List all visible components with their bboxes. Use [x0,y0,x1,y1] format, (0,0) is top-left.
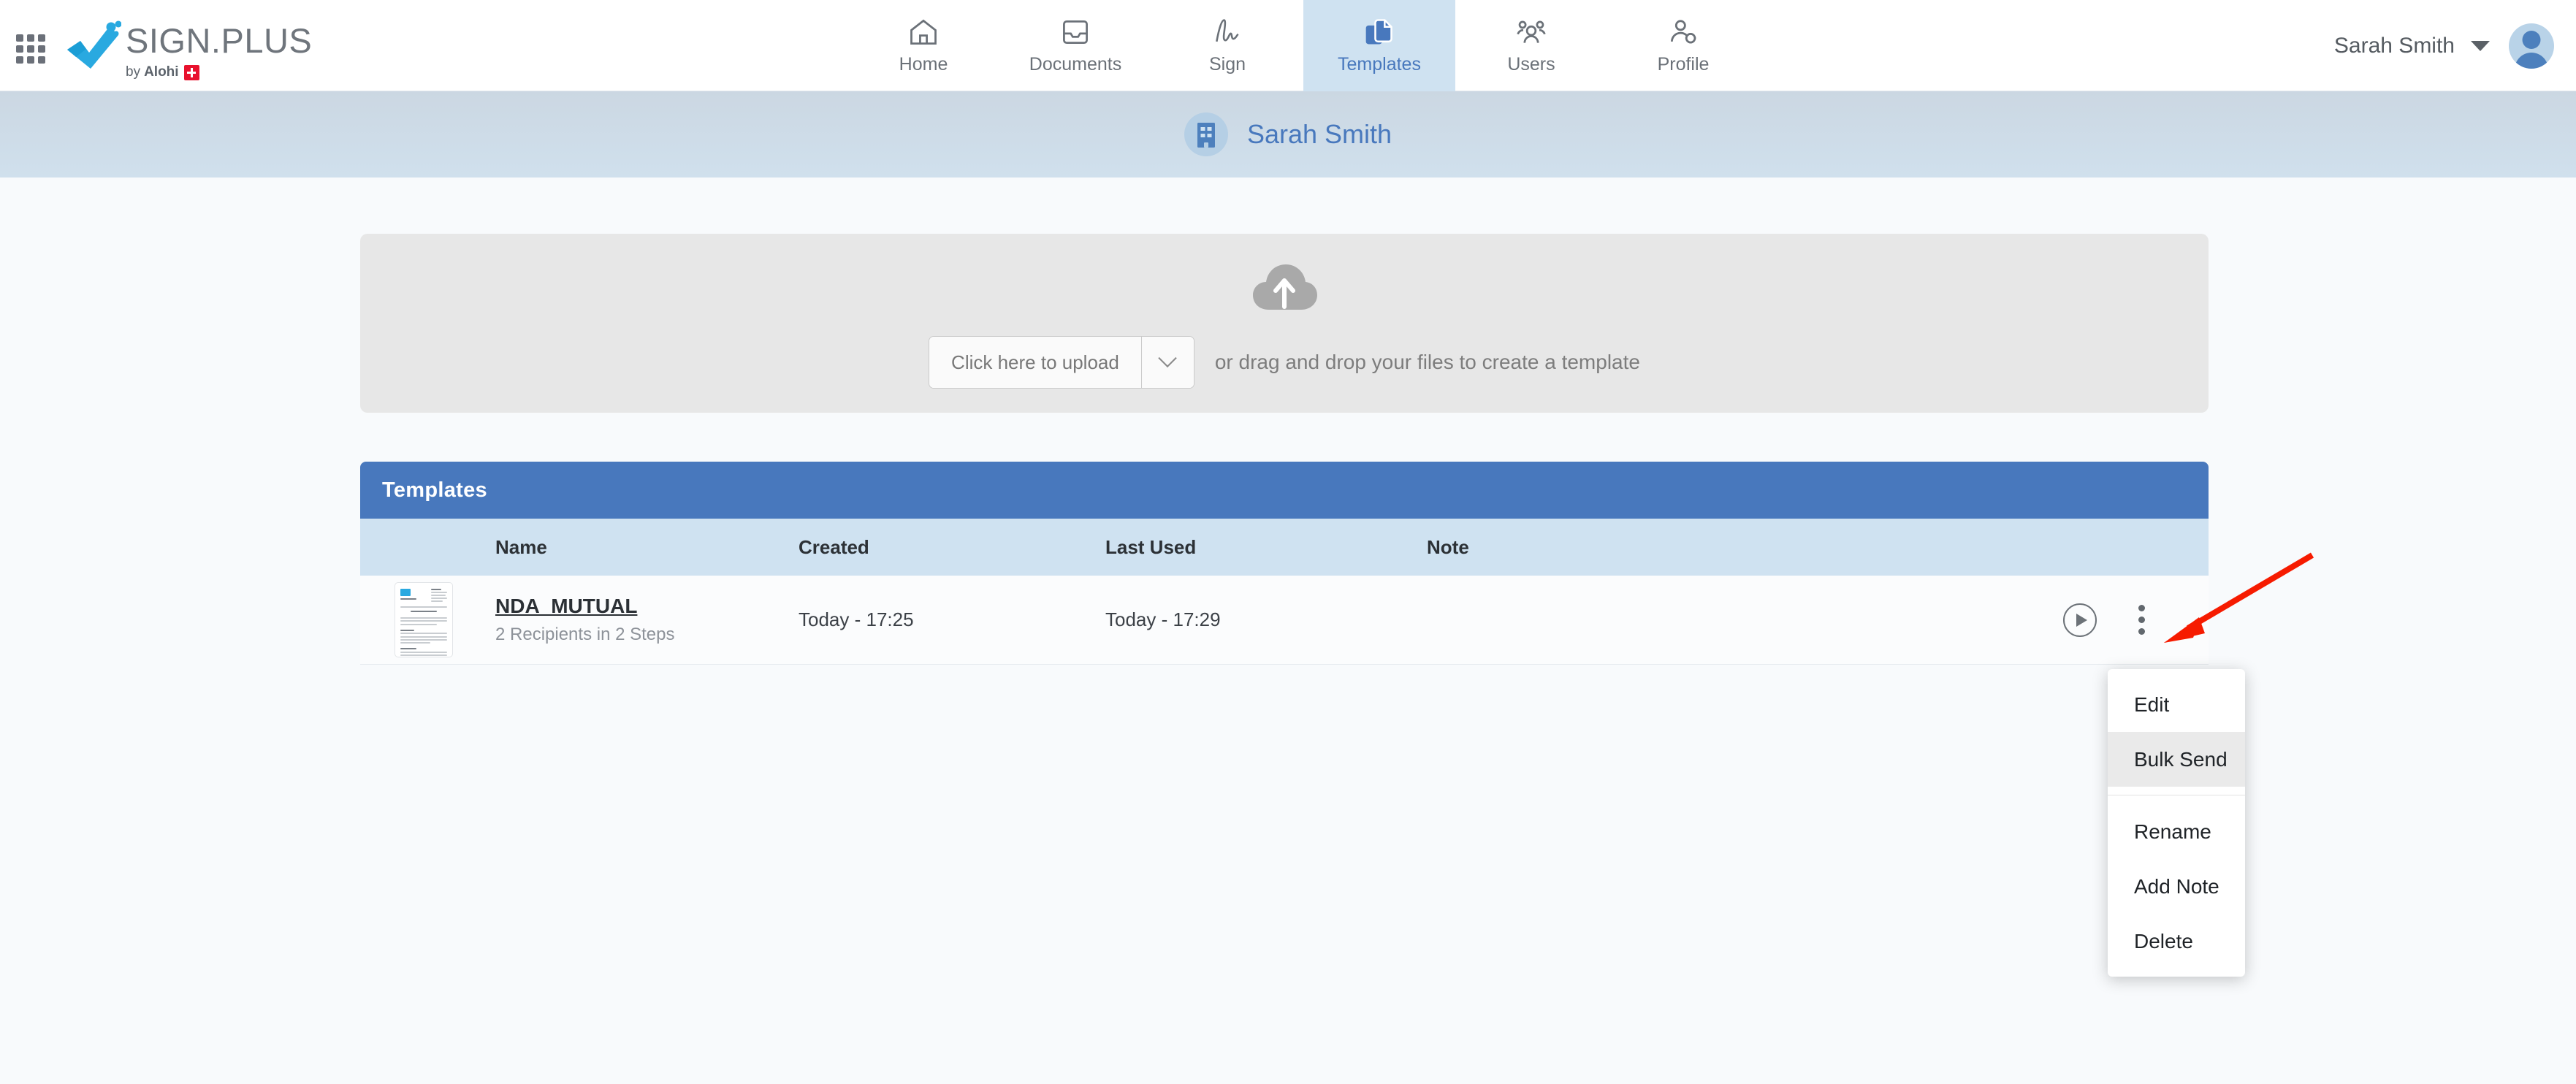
organization-name: Sarah Smith [1246,119,1392,149]
template-context-menu: Edit Bulk Send Rename Add Note Delete [2108,669,2245,977]
context-menu-item-rename[interactable]: Rename [2108,804,2245,859]
template-name-cell: NDA_MUTUAL 2 Recipients in 2 Steps [495,595,799,645]
thumb-line [411,611,437,612]
document-thumbnail[interactable] [395,582,453,657]
top-navigation-bar: SIGN.PLUS by Alohi Home Documents Sign T… [0,0,2576,91]
context-menu-item-delete[interactable]: Delete [2108,914,2245,969]
apps-grid-dot [38,56,45,64]
thumbnail-logo-icon [400,589,411,596]
nav-item-profile[interactable]: Profile [1607,0,1759,91]
signature-icon [1216,19,1239,42]
column-header-name: Name [495,535,547,558]
nav-item-users-label: Users [1507,54,1555,75]
thumb-line [400,648,416,650]
brand-company-label: Alohi [144,64,179,80]
context-menu-item-add-note[interactable]: Add Note [2108,859,2245,914]
template-recipients-label: 2 Recipients in 2 Steps [495,625,675,644]
templates-table-title-bar: Templates [360,462,2209,519]
template-last-used-value: Today - 17:29 [1105,608,1221,630]
upload-controls-row: Click here to upload or drag and drop yo… [929,336,1640,389]
context-menu-item-edit[interactable]: Edit [2108,677,2245,732]
template-name-link[interactable]: NDA_MUTUAL [495,595,637,618]
context-menu-item-bulk-send[interactable]: Bulk Send [2108,732,2245,787]
thumb-line [400,617,447,619]
column-header-last-used: Last Used [1105,535,1197,558]
brand-text-block: SIGN.PLUS by Alohi [126,23,312,80]
thumb-line [400,629,415,631]
nav-item-home[interactable]: Home [847,0,999,91]
row-actions [2063,602,2154,638]
apps-grid-dot [16,34,23,42]
nav-item-sign[interactable]: Sign [1151,0,1303,91]
templates-table-header-row: Name Created Last Used Note [360,519,2209,576]
user-menu[interactable]: Sarah Smith [2334,0,2554,91]
upload-dropzone[interactable]: Click here to upload or drag and drop yo… [360,234,2209,413]
cloud-upload-icon [1253,264,1317,310]
table-row[interactable]: NDA_MUTUAL 2 Recipients in 2 Steps Today… [360,576,2209,665]
users-group-icon [1517,20,1546,43]
play-circle-icon[interactable] [2063,603,2097,637]
upload-hint-text: or drag and drop your files to create a … [1214,351,1640,373]
upload-button[interactable]: Click here to upload [929,337,1141,388]
templates-table: Templates Name Created Last Used Note ND… [360,462,2209,665]
brand-by-label: by [126,64,141,80]
building-glyph [1197,123,1215,148]
organization-header: Sarah Smith [0,91,2576,178]
thumb-line [400,651,447,653]
apps-grid-dot [27,34,34,42]
column-header-created: Created [799,535,869,558]
nav-item-sign-label: Sign [1208,54,1246,75]
avatar[interactable] [2509,23,2554,69]
thumbnail-header-block [431,589,447,603]
nav-item-templates[interactable]: Templates [1303,0,1455,91]
kebab-dot [2138,628,2145,635]
nav-item-documents[interactable]: Documents [999,0,1151,91]
thumb-line [400,633,447,635]
nav-item-users[interactable]: Users [1455,0,1607,91]
upload-button-group[interactable]: Click here to upload [929,336,1194,389]
column-header-note: Note [1427,535,1469,558]
template-created-value: Today - 17:25 [799,608,914,630]
thumb-line [400,642,430,644]
brand-logo[interactable]: SIGN.PLUS by Alohi [64,13,312,80]
thumb-line [400,606,447,608]
apps-grid-dot [16,56,23,64]
apps-grid-dot [38,34,45,42]
brand-subtitle: by Alohi [126,64,312,80]
chevron-down-icon[interactable] [2471,40,2490,51]
chevron-down-icon [1158,348,1178,368]
home-icon [910,19,937,45]
kebab-dot [2138,605,2145,611]
profile-gear-icon [1671,20,1696,44]
building-icon [1184,112,1228,156]
user-name-label: Sarah Smith [2333,33,2455,58]
swiss-flag-icon [183,64,199,80]
nav-item-profile-label: Profile [1657,54,1710,75]
thumb-line [400,654,447,657]
apps-grid-dot [16,45,23,53]
apps-grid-icon[interactable] [16,34,47,65]
nav-item-home-label: Home [899,54,948,75]
apps-grid-dot [38,45,45,53]
more-vertical-icon[interactable] [2130,602,2154,638]
documents-tray-icon [1063,20,1088,45]
template-thumbnail-cell [360,582,495,657]
nav-item-templates-label: Templates [1338,54,1421,75]
nav-item-documents-label: Documents [1029,54,1122,75]
apps-grid-dot [27,56,34,64]
thumb-line [400,623,437,625]
brand-name: SIGN.PLUS [126,21,313,60]
thumb-line [400,638,447,641]
kebab-dot [2138,617,2145,623]
thumb-line [400,598,416,600]
templates-copy-icon [1365,19,1392,45]
templates-table-title: Templates [382,478,487,502]
thumb-line [400,635,447,638]
main-nav: Home Documents Sign Templates Users Prof… [847,0,1759,91]
play-triangle [2076,613,2087,627]
apps-grid-dot [27,45,34,53]
upload-options-dropdown[interactable] [1140,337,1194,388]
check-logo-icon [67,20,121,69]
thumb-line [400,620,447,622]
